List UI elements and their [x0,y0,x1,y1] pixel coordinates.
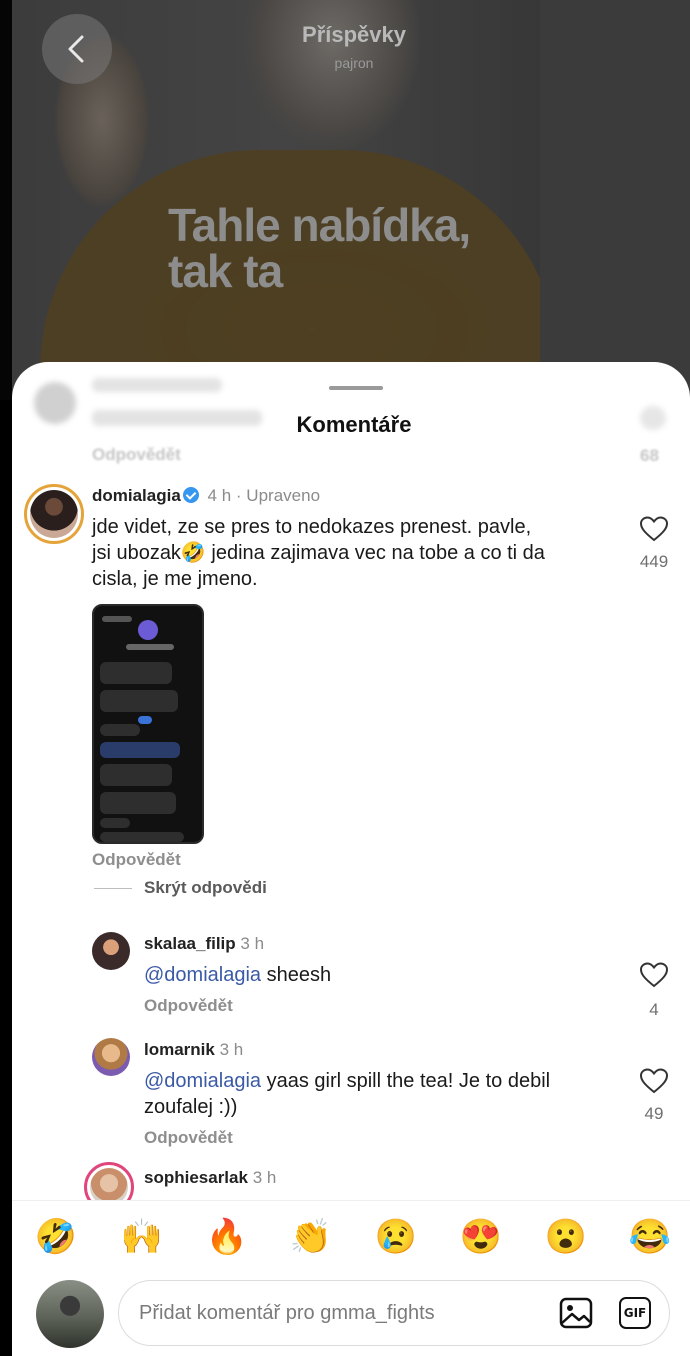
emoji-heart-eyes-button[interactable]: 😍 [459,1217,503,1257]
hidden-reply-link[interactable]: Odpovědět [92,445,181,465]
reply-time: 3 h [252,1168,277,1187]
emoji-reaction-bar: 🤣 🙌 🔥 👏 😢 😍 😮 😂 [12,1200,690,1270]
comment-input-placeholder: Přidat komentář pro gmma_fights [139,1302,435,1324]
sheet-title: Komentáře [296,412,412,437]
comment-text: jde videt, ze se pres to nedokazes prene… [92,516,545,590]
emoji-clap-button[interactable]: 👏 [289,1217,333,1257]
image-icon[interactable] [559,1297,593,1329]
avatar[interactable] [92,1038,130,1076]
gif-icon[interactable]: GIF [619,1297,651,1329]
reply-username[interactable]: lomarnik [144,1040,215,1059]
edited-label: · Upraveno [235,486,321,505]
reply-link[interactable]: Odpovědět [144,996,233,1016]
reply-link[interactable]: Odpovědět [92,850,181,870]
emoji-rofl-button[interactable]: 🤣 [34,1217,78,1257]
attached-screenshot-image[interactable] [92,604,204,844]
reply-username[interactable]: sophiesarlak [144,1168,248,1187]
like-count: 449 [639,552,669,571]
hide-replies-divider [94,888,132,889]
emoji-joy-button[interactable]: 😂 [628,1217,672,1257]
reply-link[interactable]: Odpovědět [144,1128,233,1148]
emoji-fire-button[interactable]: 🔥 [205,1217,249,1257]
reply-time: 3 h [219,1040,244,1059]
avatar[interactable] [92,932,130,970]
heart-icon[interactable] [640,516,668,542]
heart-icon[interactable] [640,962,668,988]
comment-username[interactable]: domialagia 4 h · Upraveno [92,486,320,506]
emoji-cry-button[interactable]: 😢 [374,1217,418,1257]
comment-input[interactable]: Přidat komentář pro gmma_fights GIF [118,1280,670,1346]
verified-badge-icon [182,487,199,503]
like-count: 49 [644,1104,664,1123]
avatar[interactable] [24,484,84,544]
heart-icon[interactable] [640,1068,668,1094]
emoji-raised-hands-button[interactable]: 🙌 [120,1217,164,1257]
reply-username[interactable]: skalaa_filip [144,934,236,953]
mention-link[interactable]: @domialagia [144,1070,261,1092]
mention-link[interactable]: @domialagia [144,964,261,986]
comment-composer: Přidat komentář pro gmma_fights GIF [12,1270,690,1356]
reply-text: @domialagia yaas girl spill the tea! Je … [144,1070,551,1118]
hidden-like-count: 68 [640,446,659,465]
reply-time: 3 h [240,934,265,953]
page-subtitle: pajron [334,55,374,71]
comment-time: 4 h [207,486,232,505]
sheet-grabber[interactable] [329,386,383,390]
post-overlay-text: Tahle nabídka, tak ta [168,199,471,297]
like-count: 4 [649,1000,659,1019]
post-background: Příspěvky pajron Tahle nabídka, tak ta [0,0,690,400]
emoji-surprised-button[interactable]: 😮 [544,1217,588,1257]
hide-replies-button[interactable]: Skrýt odpovědi [144,878,267,898]
my-avatar[interactable] [36,1280,104,1348]
page-title: Příspěvky [302,22,406,47]
reply-text: @domialagia sheesh [144,964,332,986]
